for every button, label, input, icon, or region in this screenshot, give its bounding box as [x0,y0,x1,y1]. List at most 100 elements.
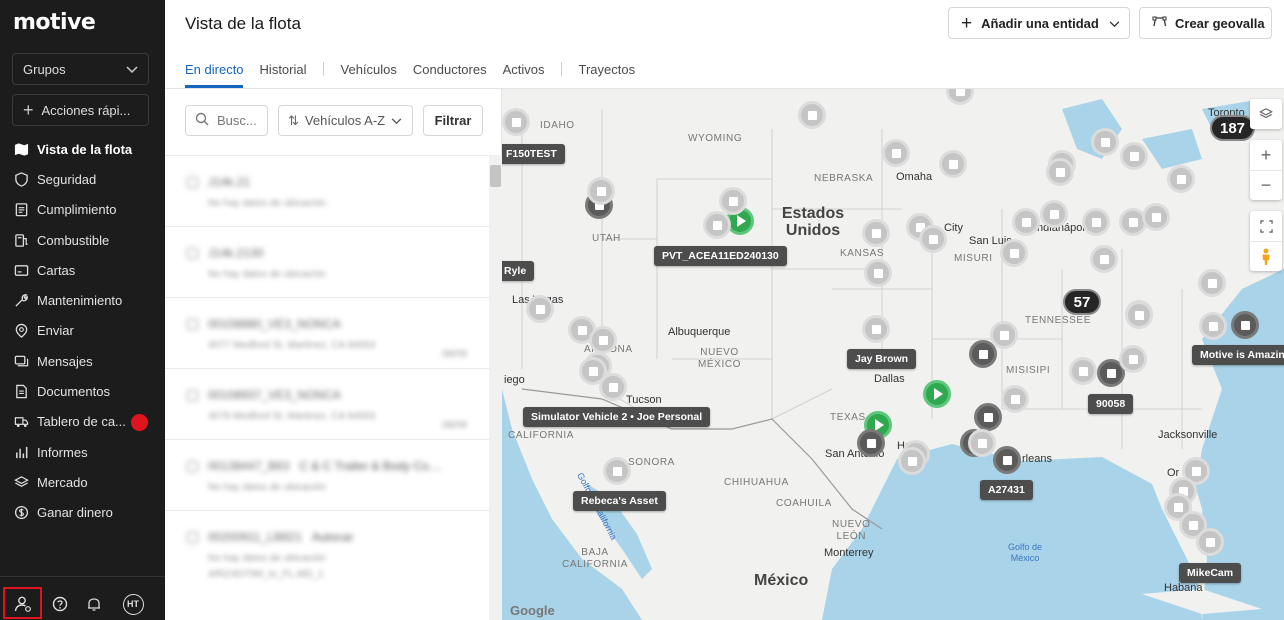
row-checkbox[interactable] [187,389,198,401]
vehicle-label[interactable]: Ryle [502,261,535,281]
fleet-map[interactable]: IDAHO WYOMING UTAH NEBRASKA KANSAS MISUR… [502,89,1284,620]
vehicle-marker-moving[interactable] [923,380,951,408]
sidebar-item-cards[interactable]: Cartas [0,255,165,285]
vehicle-label[interactable]: Motive is Amazin [1192,345,1284,365]
vehicle-marker[interactable] [589,326,617,354]
vehicle-label[interactable]: MikeCam [1179,563,1242,583]
zoom-in-button[interactable]: + [1250,140,1282,170]
sidebar-item-reports[interactable]: Informes [0,437,165,467]
vehicle-marker[interactable] [1046,158,1074,186]
sidebar-item-maintenance[interactable]: Mantenimiento [0,285,165,315]
cluster-marker[interactable]: 57 [1063,289,1101,315]
sidebar-item-fuel[interactable]: Combustible [0,225,165,255]
avatar[interactable]: HT [122,593,144,615]
vehicle-marker[interactable] [502,108,530,136]
tab-live[interactable]: En directo [185,57,244,81]
vehicle-marker[interactable] [1231,311,1259,339]
row-checkbox[interactable] [187,318,198,330]
vehicle-marker[interactable] [1082,208,1110,236]
row-checkbox[interactable] [187,531,198,543]
vehicle-marker[interactable] [1012,208,1040,236]
list-item[interactable]: 00108937_VE3_NONCA 4078 Medford St, Mart… [165,368,489,439]
row-checkbox[interactable] [187,460,198,472]
vehicle-marker[interactable] [1069,357,1097,385]
sidebar-item-fleet-view[interactable]: Vista de la flota [0,134,165,164]
vehicle-marker[interactable] [599,373,627,401]
sidebar-item-messages[interactable]: Mensajes [0,346,165,376]
vehicle-marker[interactable] [857,429,885,457]
vehicle-marker[interactable] [587,177,615,205]
vehicle-marker[interactable] [1125,301,1153,329]
list-item[interactable]: 00200911_LB821 Autocar No hay datos de ub… [165,510,489,581]
vehicle-label[interactable]: Rebeca's Asset [573,491,666,511]
tab-trips[interactable]: Trayectos [579,57,636,81]
sidebar-item-dispatch[interactable]: Enviar [0,316,165,346]
sidebar-item-documents[interactable]: Documentos [0,376,165,406]
scrollbar[interactable] [489,155,502,620]
list-item[interactable]: 00138447_B63 C & C Trailer & Body Co.... … [165,439,489,510]
tab-history[interactable]: Historial [260,57,307,81]
vehicle-label[interactable]: PVT_ACEA11ED240130 [654,246,787,266]
quick-actions-button[interactable]: + Acciones rápi... [12,94,149,126]
groups-select[interactable]: Grupos [12,53,149,85]
vehicle-marker[interactable] [882,139,910,167]
vehicle-marker[interactable] [526,295,554,323]
vehicle-marker[interactable] [968,429,996,457]
list-item[interactable]: 00108880_VE3_NONCA 4077 Medford St, Mart… [165,297,489,368]
vehicle-marker[interactable] [798,101,826,129]
add-entity-button[interactable]: + Añadir una entidad [948,7,1130,39]
vehicle-marker[interactable] [862,315,890,343]
sidebar-item-marketplace[interactable]: Mercado [0,467,165,497]
bell-icon[interactable] [83,593,105,615]
vehicle-label[interactable]: 90058 [1088,394,1134,414]
fullscreen-button[interactable] [1250,211,1282,271]
create-geofence-button[interactable]: Crear geovalla [1139,7,1272,39]
scrollbar-thumb[interactable] [490,165,501,187]
vehicle-marker[interactable] [1120,142,1148,170]
vehicle-marker[interactable] [703,211,731,239]
vehicle-marker[interactable] [1167,165,1195,193]
tab-assets[interactable]: Activos [503,57,545,81]
vehicle-marker[interactable] [919,225,947,253]
vehicle-marker[interactable] [898,447,926,475]
user-settings-icon[interactable] [12,593,34,615]
vehicle-marker[interactable] [1199,312,1227,340]
vehicle-label[interactable]: Simulator Vehicle 2 • Joe Personal [523,407,711,427]
row-checkbox[interactable] [187,176,198,188]
sidebar-item-earn-money[interactable]: Ganar dinero [0,498,165,528]
row-checkbox[interactable] [187,247,198,259]
vehicle-marker[interactable] [1040,200,1068,228]
vehicle-label[interactable]: Jay Brown [847,349,917,369]
vehicle-marker[interactable] [1090,245,1118,273]
vehicle-marker[interactable] [1091,128,1119,156]
vehicle-marker[interactable] [1196,528,1224,556]
vehicle-marker[interactable] [603,457,631,485]
vehicle-marker[interactable] [719,187,747,215]
vehicle-marker[interactable] [1119,345,1147,373]
help-icon[interactable] [49,593,71,615]
map-layers-button[interactable] [1250,99,1282,129]
vehicle-marker[interactable] [1001,385,1029,413]
vehicle-label[interactable]: A27431 [980,480,1033,500]
tab-drivers[interactable]: Conductores [413,57,487,81]
vehicle-marker[interactable] [1142,203,1170,231]
search-input[interactable]: Busc... [185,105,268,136]
vehicle-marker[interactable] [862,219,890,247]
sort-select[interactable]: ⇅ Vehículos A-Z [278,105,413,136]
vehicle-marker[interactable] [864,259,892,287]
list-item[interactable]: J14k.21 No hay datos de ubicación [165,155,489,226]
cluster-marker[interactable]: 187 [1210,115,1256,141]
motive-logo[interactable]: motive [13,10,96,35]
pegman-icon[interactable] [1250,241,1282,271]
vehicle-marker[interactable] [1000,239,1028,267]
vehicle-marker[interactable] [939,150,967,178]
vehicle-marker[interactable] [993,446,1021,474]
sidebar-item-compliance[interactable]: Cumplimiento [0,195,165,225]
vehicle-marker[interactable] [990,321,1018,349]
filter-button[interactable]: Filtrar [423,105,483,136]
list-item[interactable]: J14k.2130 No hay datos de ubicación [165,226,489,297]
sidebar-item-dashboard[interactable]: Tablero de ca... [0,407,165,437]
vehicle-marker[interactable] [974,403,1002,431]
vehicle-label[interactable]: F150TEST [502,144,565,164]
vehicle-marker[interactable] [1198,269,1226,297]
